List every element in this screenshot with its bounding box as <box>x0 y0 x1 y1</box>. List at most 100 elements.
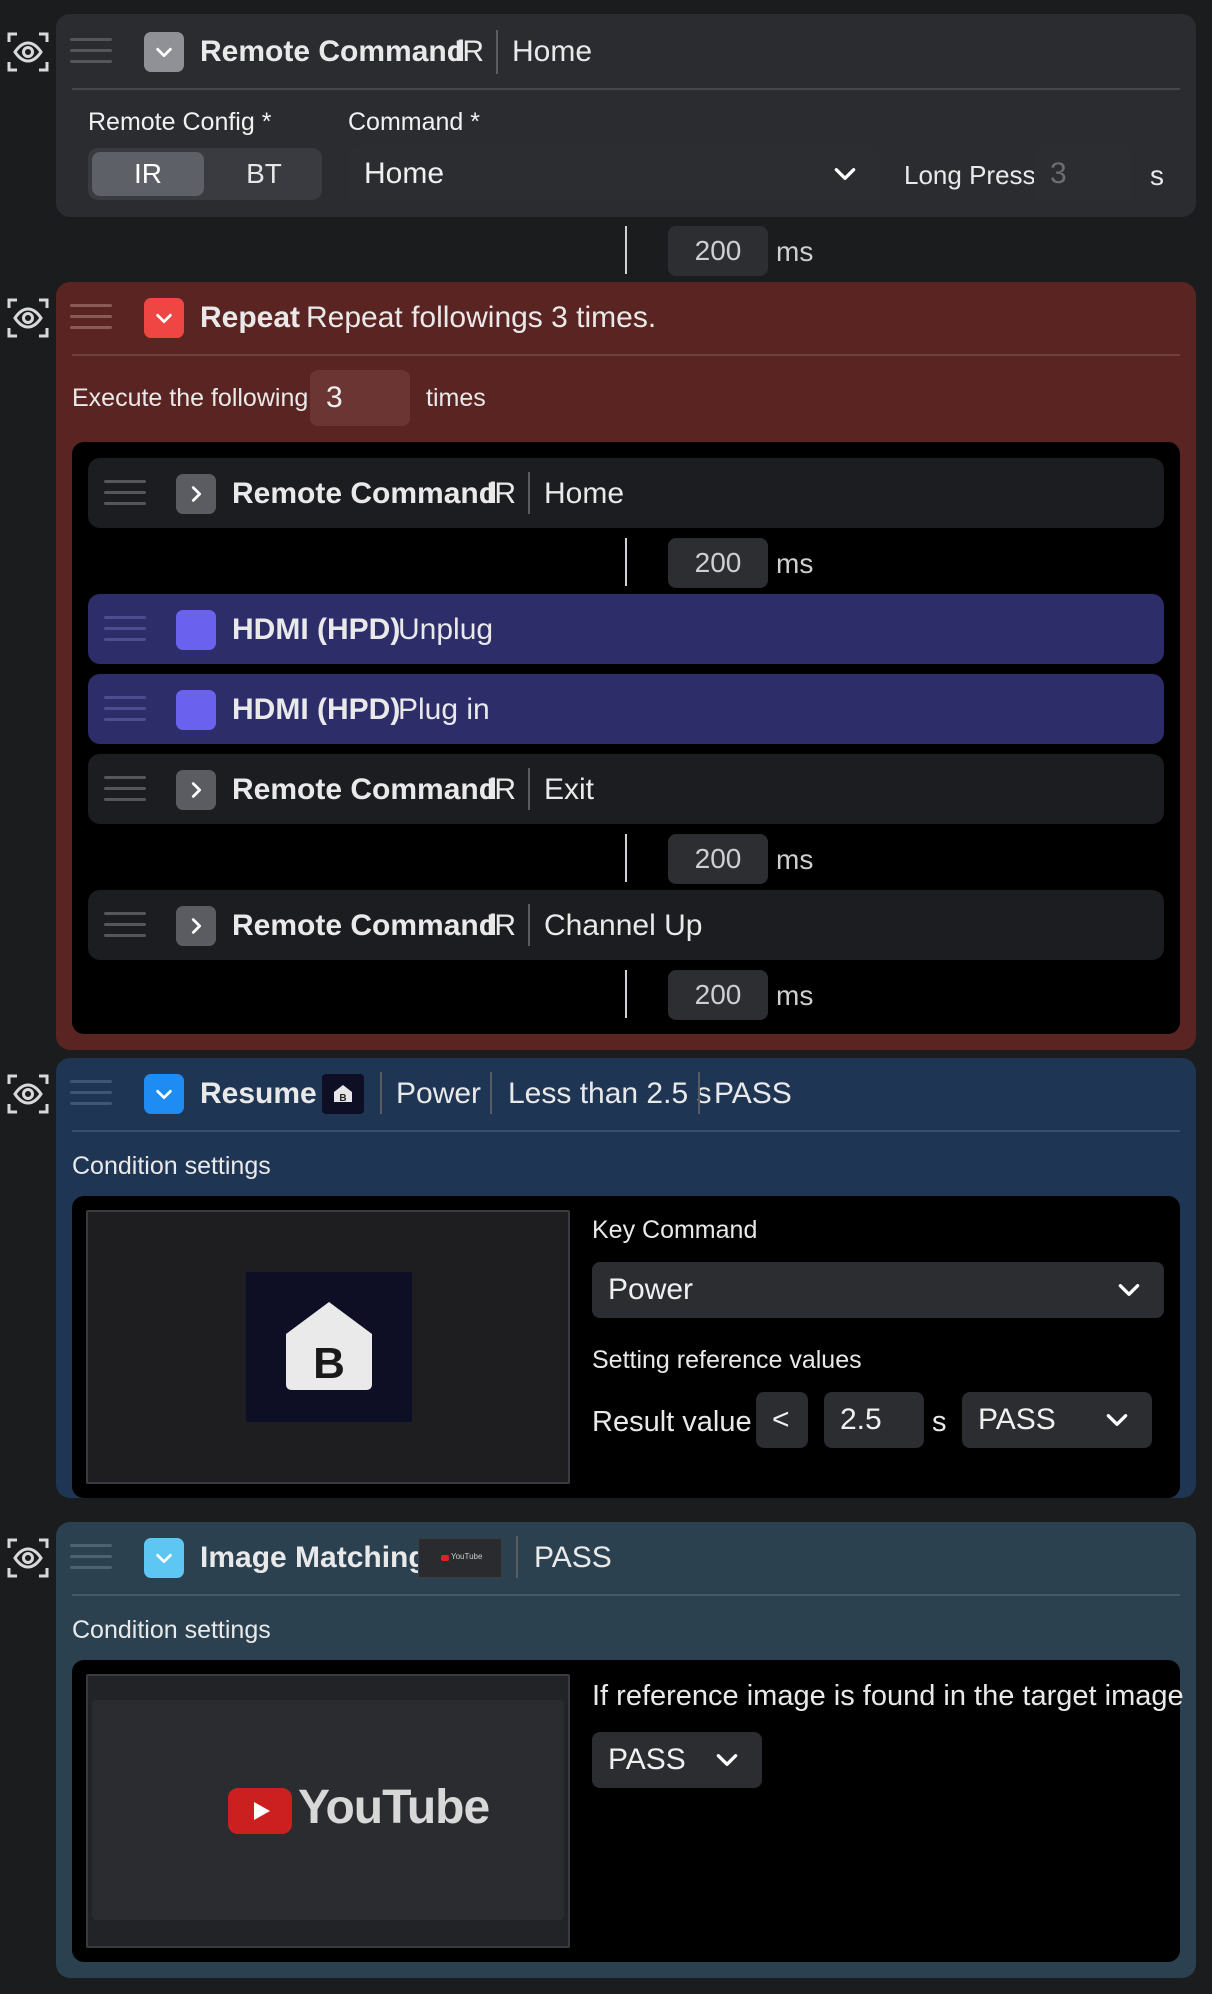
command-summary: Home <box>544 477 625 510</box>
mode-label: IR <box>486 477 516 510</box>
command-summary: Home <box>512 35 593 68</box>
long-press-input[interactable]: 3 <box>1034 146 1132 202</box>
expand-button[interactable] <box>176 770 216 810</box>
times-label: times <box>426 384 486 412</box>
operator-select[interactable]: < <box>756 1392 808 1448</box>
drag-handle-icon[interactable] <box>104 616 146 644</box>
command-select[interactable]: Home <box>348 146 880 202</box>
reference-values-label: Setting reference values <box>592 1346 862 1374</box>
chevron-down-icon <box>1106 1414 1128 1426</box>
youtube-logo-icon <box>441 1555 449 1561</box>
chevron-down-icon <box>156 1553 172 1564</box>
card-title: Repeat <box>200 301 301 334</box>
hdmi-icon <box>176 690 216 730</box>
command-label: Command * <box>348 108 481 136</box>
reference-image[interactable]: B <box>86 1210 570 1484</box>
card-title: Remote Command <box>200 35 466 68</box>
hdmi-action: Plug in <box>398 693 490 726</box>
mode-label: IR <box>454 35 484 68</box>
drag-handle-icon[interactable] <box>104 776 146 804</box>
item-title: HDMI (HPD) <box>232 613 401 646</box>
collapse-button[interactable] <box>144 298 184 338</box>
reference-image[interactable]: YouTube <box>86 1674 570 1948</box>
chevron-down-icon <box>716 1754 738 1766</box>
chevron-right-icon <box>191 486 202 502</box>
youtube-wordmark: YouTube <box>298 1781 490 1834</box>
visibility-toggle-icon[interactable] <box>6 296 50 340</box>
home-b-icon: B <box>334 1085 352 1104</box>
hdmi-action: Unplug <box>398 613 494 646</box>
expand-button[interactable] <box>176 474 216 514</box>
card-title: Image Matching <box>200 1541 427 1574</box>
chevron-down-icon <box>156 313 172 324</box>
collapse-button[interactable] <box>144 1074 184 1114</box>
drag-handle-icon[interactable] <box>70 304 112 332</box>
visibility-toggle-icon[interactable] <box>6 1536 50 1580</box>
segment-ir[interactable]: IR <box>92 152 204 196</box>
delay-unit: ms <box>776 980 814 1011</box>
reference-thumbnail: B <box>322 1074 364 1114</box>
visibility-toggle-icon[interactable] <box>6 30 50 74</box>
card-title: Resume <box>200 1077 317 1110</box>
delay-unit: ms <box>776 844 814 875</box>
drag-handle-icon[interactable] <box>104 480 146 508</box>
hdmi-icon <box>176 610 216 650</box>
delay-input[interactable]: 200 <box>668 538 768 588</box>
threshold-input[interactable]: 2.5 <box>824 1392 924 1448</box>
reference-thumbnail: YouTube <box>418 1538 502 1578</box>
remote-config-segmented: IR BT <box>88 148 322 200</box>
repeat-summary: Repeat followings 3 times. <box>306 301 657 334</box>
collapse-button[interactable] <box>144 1538 184 1578</box>
repeat-times-input[interactable]: 3 <box>310 370 410 426</box>
found-condition-label: If reference image is found in the targe… <box>592 1680 1184 1712</box>
drag-handle-icon[interactable] <box>70 38 112 66</box>
condition-summary: Less than 2.5 s <box>508 1077 712 1110</box>
item-title: Remote Command <box>232 477 498 510</box>
key-command-select[interactable]: Power <box>592 1262 1164 1318</box>
svg-text:B: B <box>313 1339 345 1388</box>
result-value-label: Result value <box>592 1406 752 1438</box>
result-summary: PASS <box>714 1077 792 1110</box>
drag-handle-icon[interactable] <box>104 912 146 940</box>
condition-settings-label: Condition settings <box>72 1616 271 1644</box>
chevron-down-icon <box>834 168 856 180</box>
visibility-toggle-icon[interactable] <box>6 1072 50 1116</box>
collapse-button[interactable] <box>144 32 184 72</box>
long-press-unit: s <box>1150 160 1164 191</box>
youtube-logo-icon <box>228 1788 292 1834</box>
expand-button[interactable] <box>176 906 216 946</box>
long-press-label: Long Press <box>904 160 1036 190</box>
svg-text:B: B <box>339 1093 346 1104</box>
segment-bt[interactable]: BT <box>210 152 318 196</box>
chevron-right-icon <box>191 782 202 798</box>
drag-handle-icon[interactable] <box>70 1080 112 1108</box>
chevron-down-icon <box>1118 1284 1140 1296</box>
item-title: HDMI (HPD) <box>232 693 401 726</box>
command-summary: Exit <box>544 773 595 806</box>
chevron-down-icon <box>156 47 172 58</box>
result-select[interactable]: PASS <box>592 1732 762 1788</box>
result-select[interactable]: PASS <box>962 1392 1152 1448</box>
delay-unit: ms <box>776 548 814 579</box>
mode-label: IR <box>486 909 516 942</box>
key-summary: Power <box>396 1077 482 1110</box>
drag-handle-icon[interactable] <box>104 696 146 724</box>
condition-settings-label: Condition settings <box>72 1152 271 1180</box>
delay-input[interactable]: 200 <box>668 834 768 884</box>
drag-handle-icon[interactable] <box>70 1544 112 1572</box>
command-select-value: Home <box>364 157 445 190</box>
item-title: Remote Command <box>232 773 498 806</box>
delay-input[interactable]: 200 <box>668 226 768 276</box>
home-b-icon: B <box>246 1272 412 1422</box>
chevron-right-icon <box>191 918 202 934</box>
delay-unit: ms <box>776 236 814 267</box>
chevron-down-icon <box>156 1089 172 1100</box>
remote-config-label: Remote Config * <box>88 108 272 136</box>
result-summary: PASS <box>534 1541 612 1574</box>
command-summary: Channel Up <box>544 909 703 942</box>
delay-input[interactable]: 200 <box>668 970 768 1020</box>
key-command-label: Key Command <box>592 1216 758 1244</box>
mode-label: IR <box>486 773 516 806</box>
execute-label: Execute the following <box>72 384 309 412</box>
threshold-unit: s <box>932 1406 947 1438</box>
